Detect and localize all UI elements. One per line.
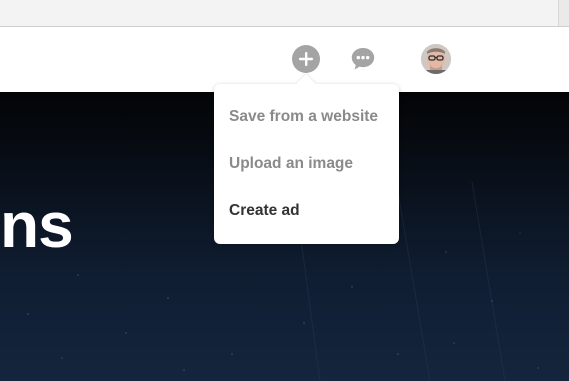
user-avatar[interactable] [421,44,451,74]
menu-item-create-ad[interactable]: Create ad [229,202,300,220]
menu-item-upload-image[interactable]: Upload an image [229,155,353,173]
messages-button[interactable] [350,46,376,72]
add-button[interactable] [292,45,320,73]
menu-item-save-from-website[interactable]: Save from a website [229,108,378,126]
app-window: ns Save from a website Upload an image C… [0,0,569,381]
hero-title: ns [0,189,74,261]
browser-toolbar [0,0,569,27]
top-header [0,27,569,92]
speech-bubble-icon [351,48,375,70]
avatar-image [421,44,451,74]
browser-toolbar-edge [558,0,569,26]
add-menu-dropdown: Save from a website Upload an image Crea… [214,74,399,244]
plus-icon [299,52,313,66]
